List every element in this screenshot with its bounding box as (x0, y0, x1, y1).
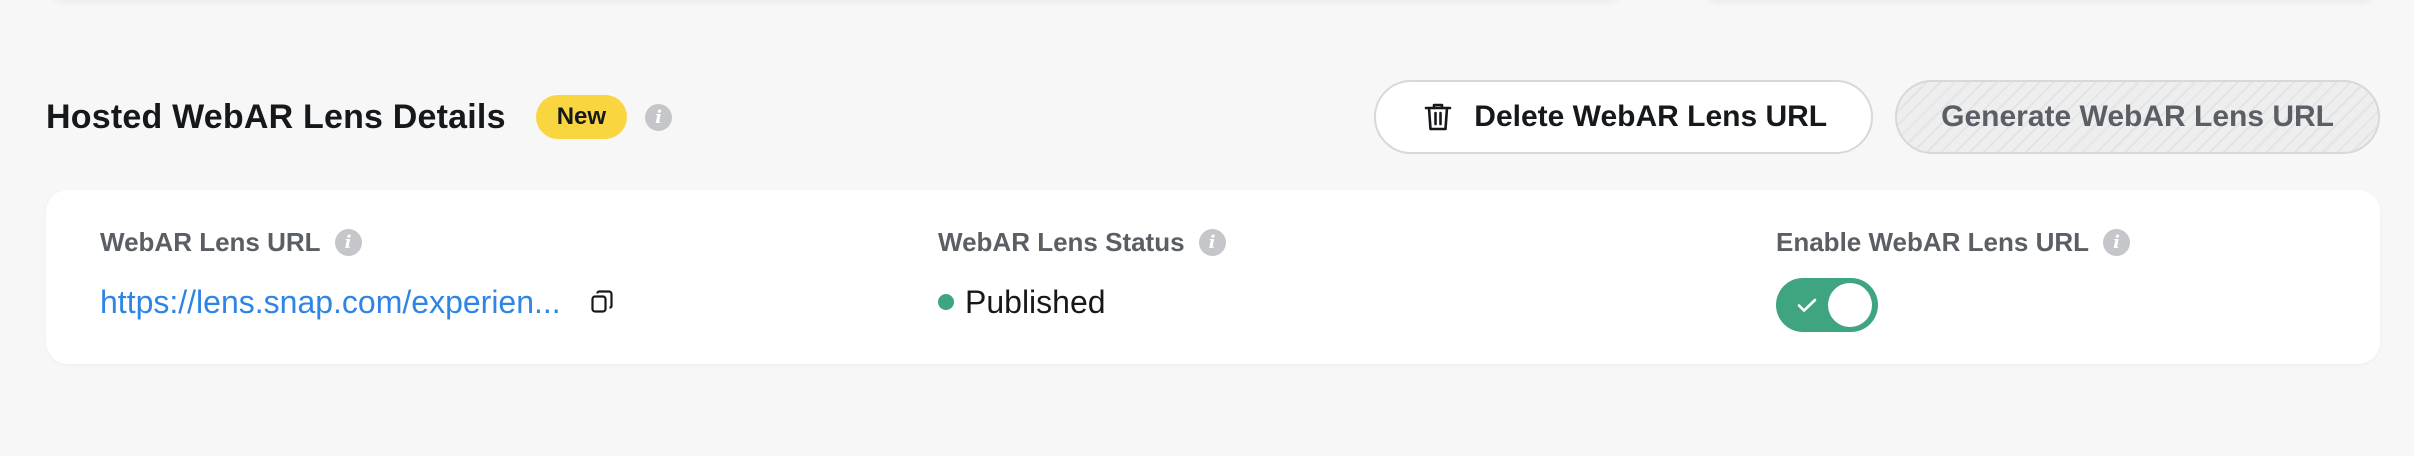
status-field: WebAR Lens Status i Published (938, 226, 1226, 322)
status-dot (938, 294, 954, 310)
enable-webar-lens-url-toggle[interactable] (1776, 278, 1878, 332)
url-value-row: https://lens.snap.com/experien... (100, 282, 613, 322)
url-label-text: WebAR Lens URL (100, 226, 321, 257)
status-field-label: WebAR Lens Status i (938, 226, 1226, 258)
delete-button-label: Delete WebAR Lens URL (1474, 100, 1828, 133)
info-icon[interactable]: i (2103, 228, 2131, 256)
webar-details-card: WebAR Lens URL i https://lens.snap.com/e… (46, 190, 2380, 364)
url-field: WebAR Lens URL i https://lens.snap.com/e… (100, 226, 613, 322)
trash-icon (1424, 103, 1452, 131)
enable-field: Enable WebAR Lens URL i (1776, 226, 2131, 332)
status-value-row: Published (938, 282, 1226, 322)
copy-icon[interactable] (591, 290, 613, 314)
section-header: Hosted WebAR Lens Details New i Delete W… (46, 76, 2380, 158)
section-title: Hosted WebAR Lens Details (46, 97, 506, 136)
status-label-text: WebAR Lens Status (938, 226, 1185, 257)
new-badge: New (535, 95, 628, 139)
toggle-knob (1828, 283, 1872, 327)
generate-webar-lens-url-button[interactable]: Generate WebAR Lens URL (1895, 80, 2380, 154)
delete-webar-lens-url-button[interactable]: Delete WebAR Lens URL (1374, 80, 1874, 154)
info-icon[interactable]: i (645, 103, 673, 131)
enable-field-label: Enable WebAR Lens URL i (1776, 226, 2131, 258)
generate-button-label: Generate WebAR Lens URL (1941, 100, 2334, 133)
enable-label-text: Enable WebAR Lens URL (1776, 226, 2090, 257)
info-icon[interactable]: i (334, 228, 362, 256)
webar-lens-url-link[interactable]: https://lens.snap.com/experien... (100, 284, 561, 321)
info-icon[interactable]: i (1198, 228, 1226, 256)
status-value: Published (965, 283, 1106, 320)
check-icon (1797, 298, 1817, 312)
url-field-label: WebAR Lens URL i (100, 226, 613, 258)
